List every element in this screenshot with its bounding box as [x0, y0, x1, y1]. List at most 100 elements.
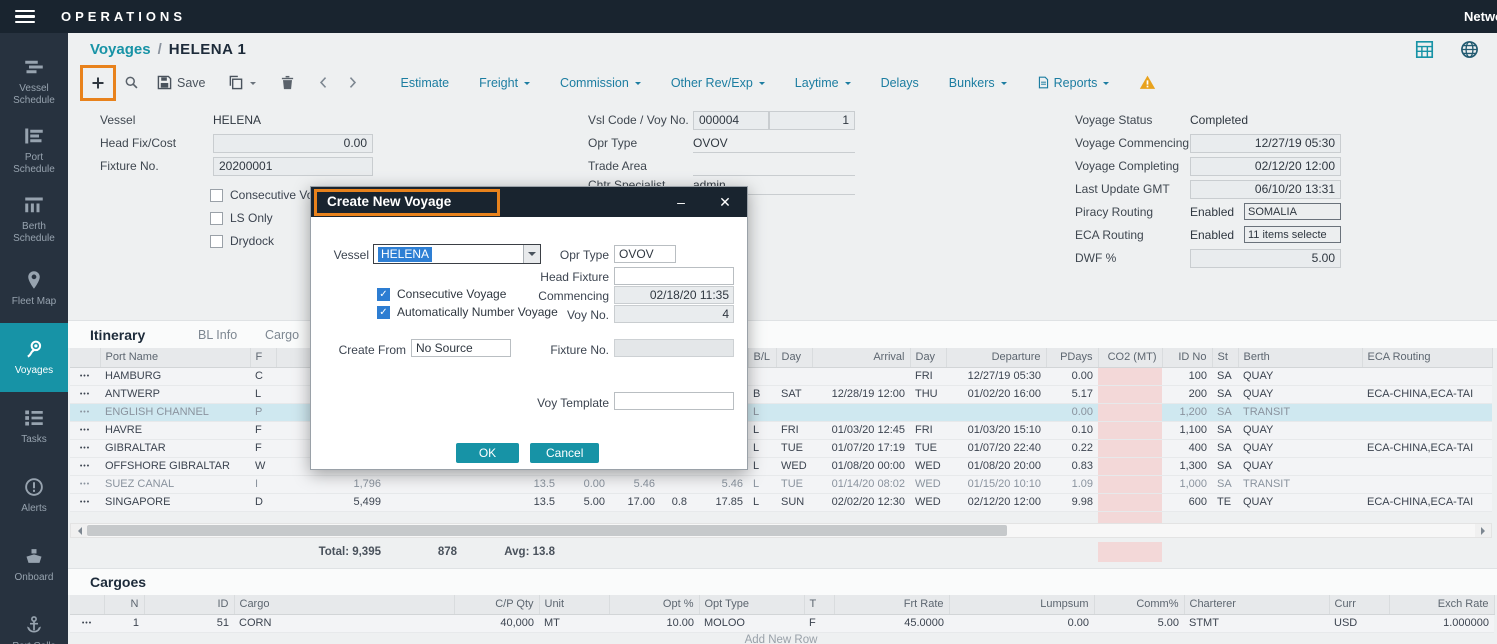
breadcrumb-voyages-link[interactable]: Voyages — [90, 41, 151, 58]
table-cell[interactable]: QUAY — [1238, 385, 1362, 403]
column-header[interactable]: ID — [144, 595, 234, 614]
search-button[interactable] — [124, 75, 139, 90]
table-cell[interactable]: L — [250, 385, 276, 403]
table-cell[interactable]: ECA-CHINA,ECA-TAI — [1362, 385, 1492, 403]
tab-cargo[interactable]: Cargo — [265, 328, 299, 342]
voy-no-input[interactable]: 1 — [769, 111, 855, 130]
table-cell[interactable] — [910, 403, 946, 421]
table-cell[interactable]: WED — [910, 475, 946, 493]
column-header[interactable]: ECA Routing — [1362, 348, 1492, 367]
itinerary-row[interactable]: •••OFFSHORE GIBRALTARWLWED01/08/20 00:00… — [70, 457, 1492, 475]
table-cell[interactable]: QUAY — [1238, 421, 1362, 439]
table-cell[interactable]: WED — [910, 493, 946, 511]
checkbox-icon[interactable] — [210, 235, 223, 248]
table-cell[interactable] — [1098, 475, 1162, 493]
table-cell[interactable]: L — [748, 457, 776, 475]
table-cell[interactable]: F — [250, 439, 276, 457]
table-cell[interactable]: 5.00 — [1094, 614, 1184, 632]
table-cell[interactable]: L — [748, 493, 776, 511]
table-cell[interactable]: F — [250, 421, 276, 439]
table-cell[interactable] — [660, 475, 692, 493]
table-cell[interactable]: SA — [1212, 367, 1238, 385]
table-cell[interactable]: STMT — [1184, 614, 1329, 632]
table-cell[interactable]: 13.5 — [462, 493, 560, 511]
table-cell[interactable]: SA — [1212, 403, 1238, 421]
table-cell[interactable] — [1098, 367, 1162, 385]
itinerary-row[interactable]: •••GIBRALTARFLTUE01/07/20 17:19TUE01/07/… — [70, 439, 1492, 457]
table-cell[interactable]: 01/08/20 00:00 — [812, 457, 910, 475]
table-cell[interactable]: 01/14/20 08:02 — [812, 475, 910, 493]
row-handle-icon[interactable]: ••• — [70, 367, 100, 385]
field-value[interactable]: 12/27/19 05:30 — [1190, 134, 1341, 153]
table-cell[interactable]: MOLOO — [699, 614, 804, 632]
column-header[interactable]: Cargo — [234, 595, 454, 614]
table-cell[interactable]: 1.09 — [1046, 475, 1098, 493]
sidebar-item-voyages[interactable]: Voyages — [0, 323, 68, 392]
table-cell[interactable]: 1,300 — [1162, 457, 1212, 475]
column-header[interactable]: T — [804, 595, 834, 614]
column-header[interactable]: Lumpsum — [949, 595, 1094, 614]
checkbox-icon[interactable] — [210, 212, 223, 225]
table-cell[interactable]: F — [804, 614, 834, 632]
table-cell[interactable]: FRI — [776, 421, 812, 439]
modal-voy-no-input[interactable]: 4 — [614, 305, 734, 323]
table-cell[interactable]: 5.00 — [560, 493, 610, 511]
column-header[interactable] — [70, 595, 104, 614]
modal-ok-button[interactable]: OK — [456, 443, 519, 463]
table-cell[interactable]: 1,200 — [1162, 403, 1212, 421]
table-cell[interactable]: 01/03/20 15:10 — [946, 421, 1046, 439]
table-cell[interactable]: WED — [910, 457, 946, 475]
table-cell[interactable]: 5.17 — [1046, 385, 1098, 403]
table-cell[interactable]: CORN — [234, 614, 454, 632]
table-cell[interactable]: 17.00 — [610, 493, 660, 511]
previous-voyage-button[interactable] — [317, 76, 330, 89]
table-cell[interactable]: 45.0000 — [834, 614, 949, 632]
table-cell[interactable]: QUAY — [1238, 493, 1362, 511]
sidebar-item-alerts[interactable]: Alerts — [0, 461, 68, 530]
table-cell[interactable] — [776, 367, 812, 385]
column-header[interactable]: Comm% — [1094, 595, 1184, 614]
table-cell[interactable]: 0.83 — [1046, 457, 1098, 475]
warning-icon[interactable] — [1139, 74, 1156, 91]
table-cell[interactable]: QUAY — [1238, 457, 1362, 475]
menu-estimate[interactable]: Estimate — [401, 76, 450, 90]
table-cell[interactable]: 13.5 — [462, 475, 560, 493]
new-voyage-button[interactable] — [90, 75, 106, 91]
table-cell[interactable]: L — [748, 475, 776, 493]
column-header[interactable]: Opt % — [609, 595, 699, 614]
column-header[interactable]: PDays — [1046, 348, 1098, 367]
modal-fixture-no-input[interactable] — [614, 339, 734, 357]
table-cell[interactable]: 0.00 — [949, 614, 1094, 632]
sidebar-item-vessel-schedule[interactable]: Vessel Schedule — [0, 47, 68, 116]
column-header[interactable]: Departure — [946, 348, 1046, 367]
opr-type-value[interactable]: OVOV — [693, 134, 855, 153]
row-handle-icon[interactable]: ••• — [70, 421, 100, 439]
table-cell[interactable]: 02/12/20 12:00 — [946, 493, 1046, 511]
table-cell[interactable]: 400 — [1162, 439, 1212, 457]
table-cell[interactable]: HAMBURG — [100, 367, 250, 385]
table-cell[interactable]: SA — [1212, 385, 1238, 403]
sidebar-item-onboard[interactable]: Onboard — [0, 530, 68, 599]
horizontal-scrollbar[interactable] — [70, 523, 1492, 538]
row-handle-icon[interactable]: ••• — [70, 457, 100, 475]
table-cell[interactable] — [1362, 367, 1492, 385]
topbar-right-text[interactable]: Netwo — [1464, 9, 1497, 24]
table-cell[interactable] — [946, 403, 1046, 421]
table-cell[interactable]: ECA-CHINA,ECA-TAI — [1362, 493, 1492, 511]
itinerary-row[interactable]: •••SINGAPORED5,49913.55.0017.000.817.85L… — [70, 493, 1492, 511]
row-handle-icon[interactable]: ••• — [70, 439, 100, 457]
column-header[interactable]: Charterer — [1184, 595, 1329, 614]
table-cell[interactable]: WED — [776, 457, 812, 475]
table-cell[interactable]: 9.98 — [1046, 493, 1098, 511]
table-cell[interactable]: 40,000 — [454, 614, 539, 632]
itinerary-row[interactable]: •••HAMBURGCFRI12/27/19 05:300.00100SAQUA… — [70, 367, 1492, 385]
table-cell[interactable] — [386, 493, 462, 511]
table-cell[interactable]: SA — [1212, 439, 1238, 457]
globe-icon[interactable] — [1460, 40, 1479, 59]
table-cell[interactable]: 01/15/20 10:10 — [946, 475, 1046, 493]
sidebar-item-port-schedule[interactable]: Port Schedule — [0, 116, 68, 185]
table-cell[interactable]: SINGAPORE — [100, 493, 250, 511]
tab-itinerary[interactable]: Itinerary — [90, 327, 145, 343]
table-cell[interactable]: L — [748, 421, 776, 439]
table-cell[interactable]: 0.10 — [1046, 421, 1098, 439]
